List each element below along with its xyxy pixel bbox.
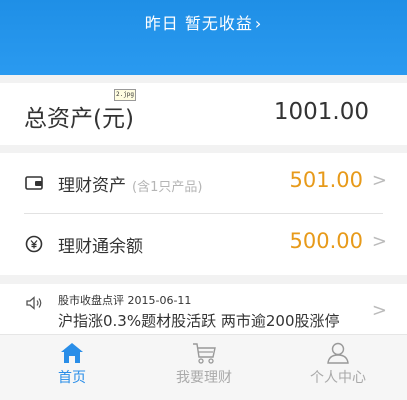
header-bar: 昨日 暂无收益 › xyxy=(0,0,407,75)
tab-finance-label: 我要理财 xyxy=(176,370,232,386)
yesterday-earnings-link[interactable]: 昨日 暂无收益 › xyxy=(0,10,407,34)
tab-home[interactable]: 首页 xyxy=(22,341,122,397)
asset-list: 理财资产 (含1只产品) 501.00 > 理财通余额 500.00 > xyxy=(0,153,407,275)
financial-assets-title: 理财资产 xyxy=(58,176,126,196)
home-icon xyxy=(61,343,83,363)
total-assets-value: 1001.00 xyxy=(273,99,369,125)
news-title: 股市收盘点评 2015-06-11 xyxy=(58,294,192,307)
image-placeholder-badge: 2.jpg xyxy=(114,89,136,101)
chevron-right-icon: > xyxy=(371,231,387,252)
tab-home-label: 首页 xyxy=(58,370,86,386)
person-icon xyxy=(327,342,349,364)
total-assets-label: 总资产(元) xyxy=(24,106,134,132)
yesterday-earnings-text: 昨日 暂无收益 xyxy=(144,14,253,33)
speaker-icon xyxy=(26,296,42,310)
balance-label: 理财通余额 xyxy=(58,237,143,257)
cart-icon xyxy=(193,343,216,364)
tab-finance[interactable]: 我要理财 xyxy=(154,341,254,397)
chevron-right-icon: > xyxy=(371,300,387,321)
balance-value: 500.00 xyxy=(289,229,363,253)
tab-bar: 首页 我要理财 个人中心 xyxy=(0,334,407,400)
list-item-financial-assets[interactable]: 理财资产 (含1只产品) 501.00 > xyxy=(0,153,407,214)
tab-me-label: 个人中心 xyxy=(310,370,366,386)
yen-coin-icon xyxy=(25,235,43,253)
chevron-right-icon: › xyxy=(254,14,263,33)
financial-assets-label: 理财资产 (含1只产品) xyxy=(58,171,202,196)
news-item[interactable]: 股市收盘点评 2015-06-11 沪指涨0.3%题材股活跃 两市逾200股涨停… xyxy=(0,284,407,334)
tab-me[interactable]: 个人中心 xyxy=(288,341,388,397)
wallet-icon xyxy=(25,176,43,190)
financial-assets-sub: (含1只产品) xyxy=(132,180,203,195)
financial-assets-value: 501.00 xyxy=(289,168,363,192)
news-body: 沪指涨0.3%题材股活跃 两市逾200股涨停 xyxy=(58,312,340,330)
chevron-right-icon: > xyxy=(371,170,387,191)
list-item-balance[interactable]: 理财通余额 500.00 > xyxy=(0,214,407,274)
total-assets-card: 总资产(元) 2.jpg 1001.00 xyxy=(0,83,407,145)
